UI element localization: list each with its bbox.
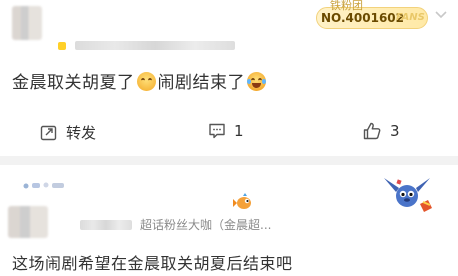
repost-label: 转发 <box>66 124 97 142</box>
like-button[interactable]: 3 <box>362 121 400 141</box>
fan-badge-fans-label: FANS <box>396 12 425 23</box>
repost-icon <box>40 125 57 140</box>
commenter-name[interactable] <box>80 220 132 230</box>
post-text-part1: 金晨取关胡夏了 <box>12 73 135 93</box>
author-avatar[interactable] <box>12 6 42 40</box>
comment-button[interactable]: 1 <box>208 122 244 140</box>
post-text: 金晨取关胡夏了 闹剧结束了 <box>12 72 268 94</box>
author-name[interactable] <box>75 41 235 50</box>
stitch-avatar-icon[interactable] <box>380 172 438 220</box>
comment-count: 1 <box>234 122 244 140</box>
chevron-down-icon[interactable] <box>433 6 449 26</box>
fan-badge-number: NO.4001602 <box>321 11 404 25</box>
section-divider <box>0 156 458 165</box>
super-topic-fan-tag[interactable]: 超话粉丝大咖（金晨超... <box>140 216 271 233</box>
laugh-tears-emoji-icon <box>247 72 266 91</box>
repost-button[interactable]: 转发 <box>40 122 96 143</box>
smile-emoji-icon <box>136 72 156 91</box>
decorative-sticker-left <box>22 175 66 194</box>
thumb-up-icon <box>363 122 381 140</box>
comment-text: 这场闹剧希望在金晨取关胡夏后结束吧 <box>12 254 293 273</box>
like-count: 3 <box>390 122 400 140</box>
fish-sticker-icon <box>233 193 255 215</box>
post-text-part2: 闹剧结束了 <box>157 73 245 93</box>
commenter-avatar[interactable] <box>8 206 48 238</box>
comment-icon <box>209 123 225 139</box>
verified-badge-icon <box>58 42 66 50</box>
